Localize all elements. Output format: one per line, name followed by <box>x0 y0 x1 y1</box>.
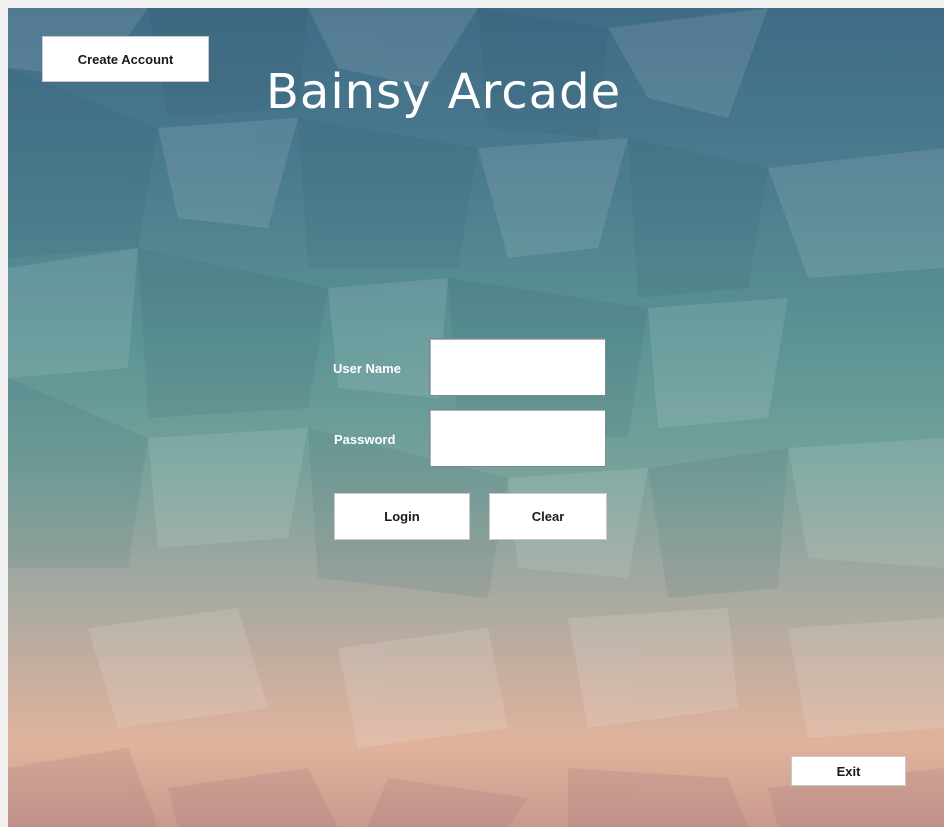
clear-button[interactable]: Clear <box>489 493 607 540</box>
password-label: Password <box>334 432 396 447</box>
page-title: Bainsy Arcade <box>266 64 622 120</box>
exit-button[interactable]: Exit <box>791 756 906 786</box>
password-field[interactable] <box>429 409 606 467</box>
app-window: Create Account Bainsy Arcade User Name P… <box>0 0 944 827</box>
username-label: User Name <box>333 361 401 376</box>
create-account-button[interactable]: Create Account <box>42 36 209 82</box>
username-field[interactable] <box>429 338 606 396</box>
login-button[interactable]: Login <box>334 493 470 540</box>
